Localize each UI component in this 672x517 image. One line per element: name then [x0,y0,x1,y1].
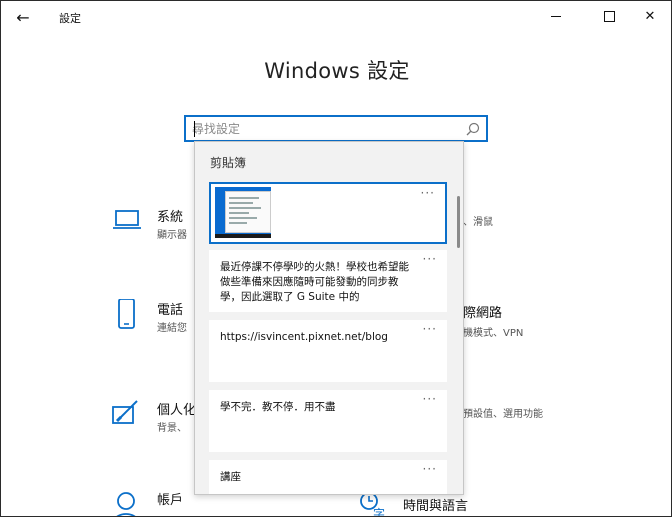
clipboard-header: 剪貼簿 [210,156,247,170]
clipboard-item-text: 學不完．教不停．用不盡 [220,401,336,413]
tile-title: 個人化 [157,403,197,418]
clipboard-item-image[interactable]: ··· [209,182,447,244]
clipboard-item[interactable]: https://isvincent.pixnet.net/blog ··· [209,320,447,382]
maximize-button[interactable] [586,1,632,33]
close-button[interactable]: ✕ [627,1,671,33]
tile-apps[interactable]: 預設值、選用功能 [463,401,543,420]
clipboard-item-text: 講座 [220,471,241,483]
personalization-icon [112,400,138,424]
clipboard-item-text: 最近停課不停學吵的火熱！學校也希望能做些準備來因應隨時可能發動的同步教學，因此選… [220,261,409,303]
search-box[interactable] [184,115,488,142]
search-icon[interactable] [465,121,481,137]
app-title: 設定 [59,12,81,25]
page-title: Windows 設定 [264,59,410,83]
svg-text:字: 字 [373,506,385,517]
tile-subtitle: 預設值、選用功能 [463,409,543,420]
more-options-icon[interactable]: ··· [423,252,437,266]
tile-subtitle: 連結您 [157,323,187,334]
close-icon: ✕ [644,9,656,24]
more-options-icon[interactable]: ··· [421,186,435,200]
clipboard-item-text: https://isvincent.pixnet.net/blog [220,331,388,343]
account-icon [116,492,136,516]
clipboard-item[interactable]: 講座 ··· [209,460,447,494]
clipboard-item[interactable]: 學不完．教不停．用不盡 ··· [209,390,447,452]
clipboard-item[interactable]: 最近停課不停學吵的火熱！學校也希望能做些準備來因應隨時可能發動的同步教學，因此選… [209,250,447,312]
title-bar: ← 設定 ✕ [1,1,671,35]
tile-subtitle: 、滑鼠 [463,217,493,228]
back-arrow-icon: ← [16,8,30,27]
more-options-icon[interactable]: ··· [423,392,437,406]
tile-subtitle: 機模式、VPN [463,328,524,339]
more-options-icon[interactable]: ··· [423,462,437,476]
maximize-icon [603,11,615,22]
clipboard-panel: 剪貼簿 ··· 最近停課不停學吵的火熱！學校也希望能做些準備來因應隨時可能發動的… [194,141,464,495]
tile-title: 電話 [157,303,184,318]
settings-window: ← 設定 ✕ Windows 設定 系統 顯示器 電話 連結您 個人化 背景、 [0,0,672,517]
scrollbar[interactable] [457,196,460,248]
search-input[interactable] [192,120,462,138]
minimize-icon [551,16,561,17]
screenshot-thumbnail [215,187,271,238]
tile-title: 帳戶 [157,493,184,508]
tile-title: 時間與語言 [403,499,469,514]
back-button[interactable]: ← [9,5,37,31]
laptop-icon [113,210,141,229]
tile-title: 際網路 [463,306,503,321]
tile-subtitle: 背景、 [157,423,187,434]
tile-devices[interactable]: 、滑鼠 [463,209,493,228]
phone-icon [118,299,135,329]
tile-network[interactable]: 際網路 機模式、VPN [463,302,523,339]
tile-title: 系統 [157,210,184,225]
minimize-button[interactable] [533,1,579,33]
tile-subtitle: 顯示器 [157,230,187,241]
text-caret [194,121,195,137]
more-options-icon[interactable]: ··· [423,322,437,336]
